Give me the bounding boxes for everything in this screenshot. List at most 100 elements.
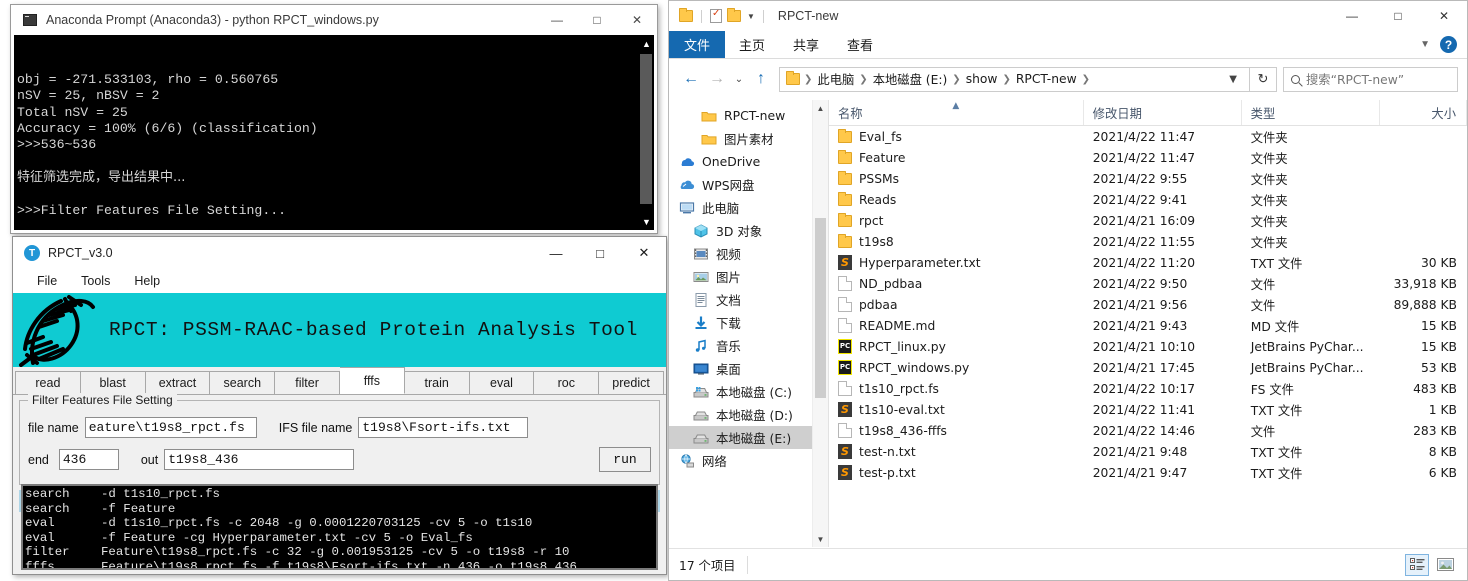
- tab-eval[interactable]: eval: [469, 371, 535, 394]
- tab-fffs[interactable]: fffs: [339, 367, 405, 394]
- menu-file[interactable]: File: [35, 273, 59, 289]
- file-name-input[interactable]: eature\t19s8_rpct.fs: [84, 417, 257, 438]
- end-input[interactable]: 436: [58, 449, 119, 470]
- folder-icon[interactable]: [679, 8, 693, 22]
- chevron-down-icon[interactable]: ▼: [1420, 39, 1430, 50]
- column-header-name[interactable]: ▲ 名称: [829, 100, 1084, 125]
- anaconda-prompt-window[interactable]: Anaconda Prompt (Anaconda3) - python RPC…: [10, 4, 658, 234]
- table-row[interactable]: ND_pdbaa 2021/4/22 9:50 文件 33,918 KB: [829, 273, 1467, 294]
- rpct-tab-strip[interactable]: read blast extract search filter fffs train eva…: [13, 367, 666, 395]
- navigation-scrollbar[interactable]: ▲ ▼: [812, 100, 828, 547]
- tab-train[interactable]: train: [404, 371, 470, 394]
- ribbon-tab-home[interactable]: 主页: [725, 31, 779, 58]
- table-row[interactable]: t1s10_rpct.fs 2021/4/22 10:17 FS 文件 483 KB: [829, 378, 1467, 399]
- properties-icon[interactable]: [710, 8, 722, 23]
- sidebar-item-e[interactable]: 本地磁盘 (E:): [669, 426, 828, 449]
- rpct-application-window[interactable]: RPCT_v3.0 — □ ✕ File Tools Help: [12, 236, 667, 575]
- sidebar-item-item-8[interactable]: 文档: [669, 288, 828, 311]
- large-icons-view-icon[interactable]: [1433, 554, 1457, 576]
- sidebar-item-item-1[interactable]: 图片素材: [669, 127, 828, 150]
- maximize-button[interactable]: □: [1375, 1, 1421, 31]
- anaconda-titlebar[interactable]: Anaconda Prompt (Anaconda3) - python RPC…: [11, 5, 657, 35]
- ifs-file-name-input[interactable]: t19s8\Fsort-ifs.txt: [358, 417, 529, 438]
- new-folder-icon[interactable]: [727, 8, 741, 22]
- tab-extract[interactable]: extract: [145, 371, 211, 394]
- table-row[interactable]: Hyperparameter.txt 2021/4/22 11:20 TXT 文件 3…: [829, 252, 1467, 273]
- close-button[interactable]: ✕: [622, 237, 666, 269]
- file-list[interactable]: Eval_fs 2021/4/22 11:47 文件夹 Feature 2021/4/2…: [829, 126, 1467, 483]
- rpct-titlebar[interactable]: RPCT_v3.0 — □ ✕: [13, 237, 666, 269]
- breadcrumb-item-3[interactable]: RPCT-new: [1012, 72, 1081, 86]
- navigation-pane[interactable]: RPCT-new 图片素材 OneDrive WPS网盘 此电脑 3D 对象 视频 图片 文档下…: [669, 100, 829, 547]
- explorer-titlebar[interactable]: ▼ RPCT-new — □ ✕: [669, 1, 1467, 31]
- refresh-button[interactable]: ↻: [1250, 66, 1277, 92]
- column-header-size[interactable]: 大小: [1380, 100, 1467, 125]
- table-row[interactable]: README.md 2021/4/21 9:43 MD 文件 15 KB: [829, 315, 1467, 336]
- tab-filter[interactable]: filter: [275, 371, 340, 394]
- tab-predict[interactable]: predict: [599, 371, 664, 394]
- nav-scrollbar-thumb[interactable]: [815, 218, 826, 398]
- sidebar-item-wps[interactable]: WPS网盘: [669, 173, 828, 196]
- menu-tools[interactable]: Tools: [79, 273, 112, 289]
- table-row[interactable]: test-n.txt 2021/4/21 9:48 TXT 文件 8 KB: [829, 441, 1467, 462]
- table-row[interactable]: test-p.txt 2021/4/21 9:47 TXT 文件 6 KB: [829, 462, 1467, 483]
- sidebar-item-item-7[interactable]: 图片: [669, 265, 828, 288]
- table-row[interactable]: Feature 2021/4/22 11:47 文件夹: [829, 147, 1467, 168]
- search-input[interactable]: 搜索“RPCT-new”: [1283, 66, 1458, 92]
- sidebar-item-item-11[interactable]: 桌面: [669, 357, 828, 380]
- ribbon-tab-view[interactable]: 查看: [833, 31, 887, 58]
- help-icon[interactable]: ?: [1440, 36, 1457, 53]
- recent-locations-button[interactable]: ⌄: [730, 66, 748, 92]
- table-row[interactable]: pdbaa 2021/4/21 9:56 文件 89,888 KB: [829, 294, 1467, 315]
- minimize-button[interactable]: —: [537, 5, 577, 35]
- explorer-ribbon[interactable]: 文件 主页 共享 查看 ▼ ?: [669, 31, 1467, 59]
- tab-blast[interactable]: blast: [80, 371, 146, 394]
- forward-button[interactable]: →: [704, 66, 730, 92]
- sidebar-item-onedrive[interactable]: OneDrive: [669, 150, 828, 173]
- breadcrumb-item-2[interactable]: show: [962, 72, 1002, 86]
- up-button[interactable]: ↑: [748, 66, 774, 92]
- breadcrumb[interactable]: ❯ 此电脑 ❯ 本地磁盘 (E:) ❯ show ❯ RPCT-new ❯ ▼: [779, 66, 1250, 92]
- table-row[interactable]: t19s8 2021/4/22 11:55 文件夹: [829, 231, 1467, 252]
- explorer-address-bar[interactable]: ← → ⌄ ↑ ❯ 此电脑 ❯ 本地磁盘 (E:) ❯ show ❯ RPCT-…: [669, 59, 1467, 99]
- column-header-type[interactable]: 类型: [1242, 100, 1380, 125]
- scroll-down-arrow-icon[interactable]: ▼: [638, 213, 655, 230]
- console-scrollbar-thumb[interactable]: [640, 54, 652, 204]
- table-row[interactable]: PSSMs 2021/4/22 9:55 文件夹: [829, 168, 1467, 189]
- table-row[interactable]: RPCT_linux.py 2021/4/21 10:10 JetBrains Py…: [829, 336, 1467, 357]
- nav-scroll-down-icon[interactable]: ▼: [813, 531, 828, 547]
- table-row[interactable]: Reads 2021/4/22 9:41 文件夹: [829, 189, 1467, 210]
- out-input[interactable]: t19s8_436: [164, 449, 355, 470]
- minimize-button[interactable]: —: [534, 237, 578, 269]
- table-row[interactable]: t19s8_436-fffs 2021/4/22 14:46 文件 283 KB: [829, 420, 1467, 441]
- tab-search[interactable]: search: [210, 371, 276, 394]
- sidebar-item-item-9[interactable]: 下载: [669, 311, 828, 334]
- nav-scroll-up-icon[interactable]: ▲: [813, 100, 828, 116]
- column-headers[interactable]: ▲ 名称 修改日期 类型 大小: [829, 100, 1467, 126]
- ribbon-tab-file[interactable]: 文件: [669, 31, 725, 58]
- sidebar-item-item-10[interactable]: 音乐: [669, 334, 828, 357]
- file-explorer-window[interactable]: ▼ RPCT-new — □ ✕ 文件 主页 共享 查看 ▼ ? ← → ⌄ ↑: [668, 0, 1468, 581]
- breadcrumb-item-0[interactable]: 此电脑: [813, 70, 858, 88]
- table-row[interactable]: t1s10-eval.txt 2021/4/22 11:41 TXT 文件 1 KB: [829, 399, 1467, 420]
- maximize-button[interactable]: □: [577, 5, 617, 35]
- details-view-icon[interactable]: [1405, 553, 1429, 576]
- maximize-button[interactable]: □: [578, 237, 622, 269]
- scroll-up-arrow-icon[interactable]: ▲: [638, 35, 655, 52]
- sidebar-item-3d[interactable]: 3D 对象: [669, 219, 828, 242]
- sidebar-item-item-6[interactable]: 视频: [669, 242, 828, 265]
- column-header-date[interactable]: 修改日期: [1084, 100, 1242, 125]
- table-row[interactable]: RPCT_windows.py 2021/4/21 17:45 JetBrains …: [829, 357, 1467, 378]
- sidebar-item-c[interactable]: 本地磁盘 (C:): [669, 380, 828, 403]
- breadcrumb-item-1[interactable]: 本地磁盘 (E:): [869, 70, 952, 88]
- minimize-button[interactable]: —: [1329, 1, 1375, 31]
- sidebar-item-item-4[interactable]: 此电脑: [669, 196, 828, 219]
- menu-help[interactable]: Help: [132, 273, 162, 289]
- view-toggle-group[interactable]: [1405, 553, 1457, 576]
- ribbon-tab-share[interactable]: 共享: [779, 31, 833, 58]
- sidebar-item-item-15[interactable]: 网络: [669, 449, 828, 472]
- customize-caret-icon[interactable]: ▼: [747, 12, 755, 21]
- close-button[interactable]: ✕: [617, 5, 657, 35]
- table-row[interactable]: Eval_fs 2021/4/22 11:47 文件夹: [829, 126, 1467, 147]
- tab-roc[interactable]: roc: [534, 371, 600, 394]
